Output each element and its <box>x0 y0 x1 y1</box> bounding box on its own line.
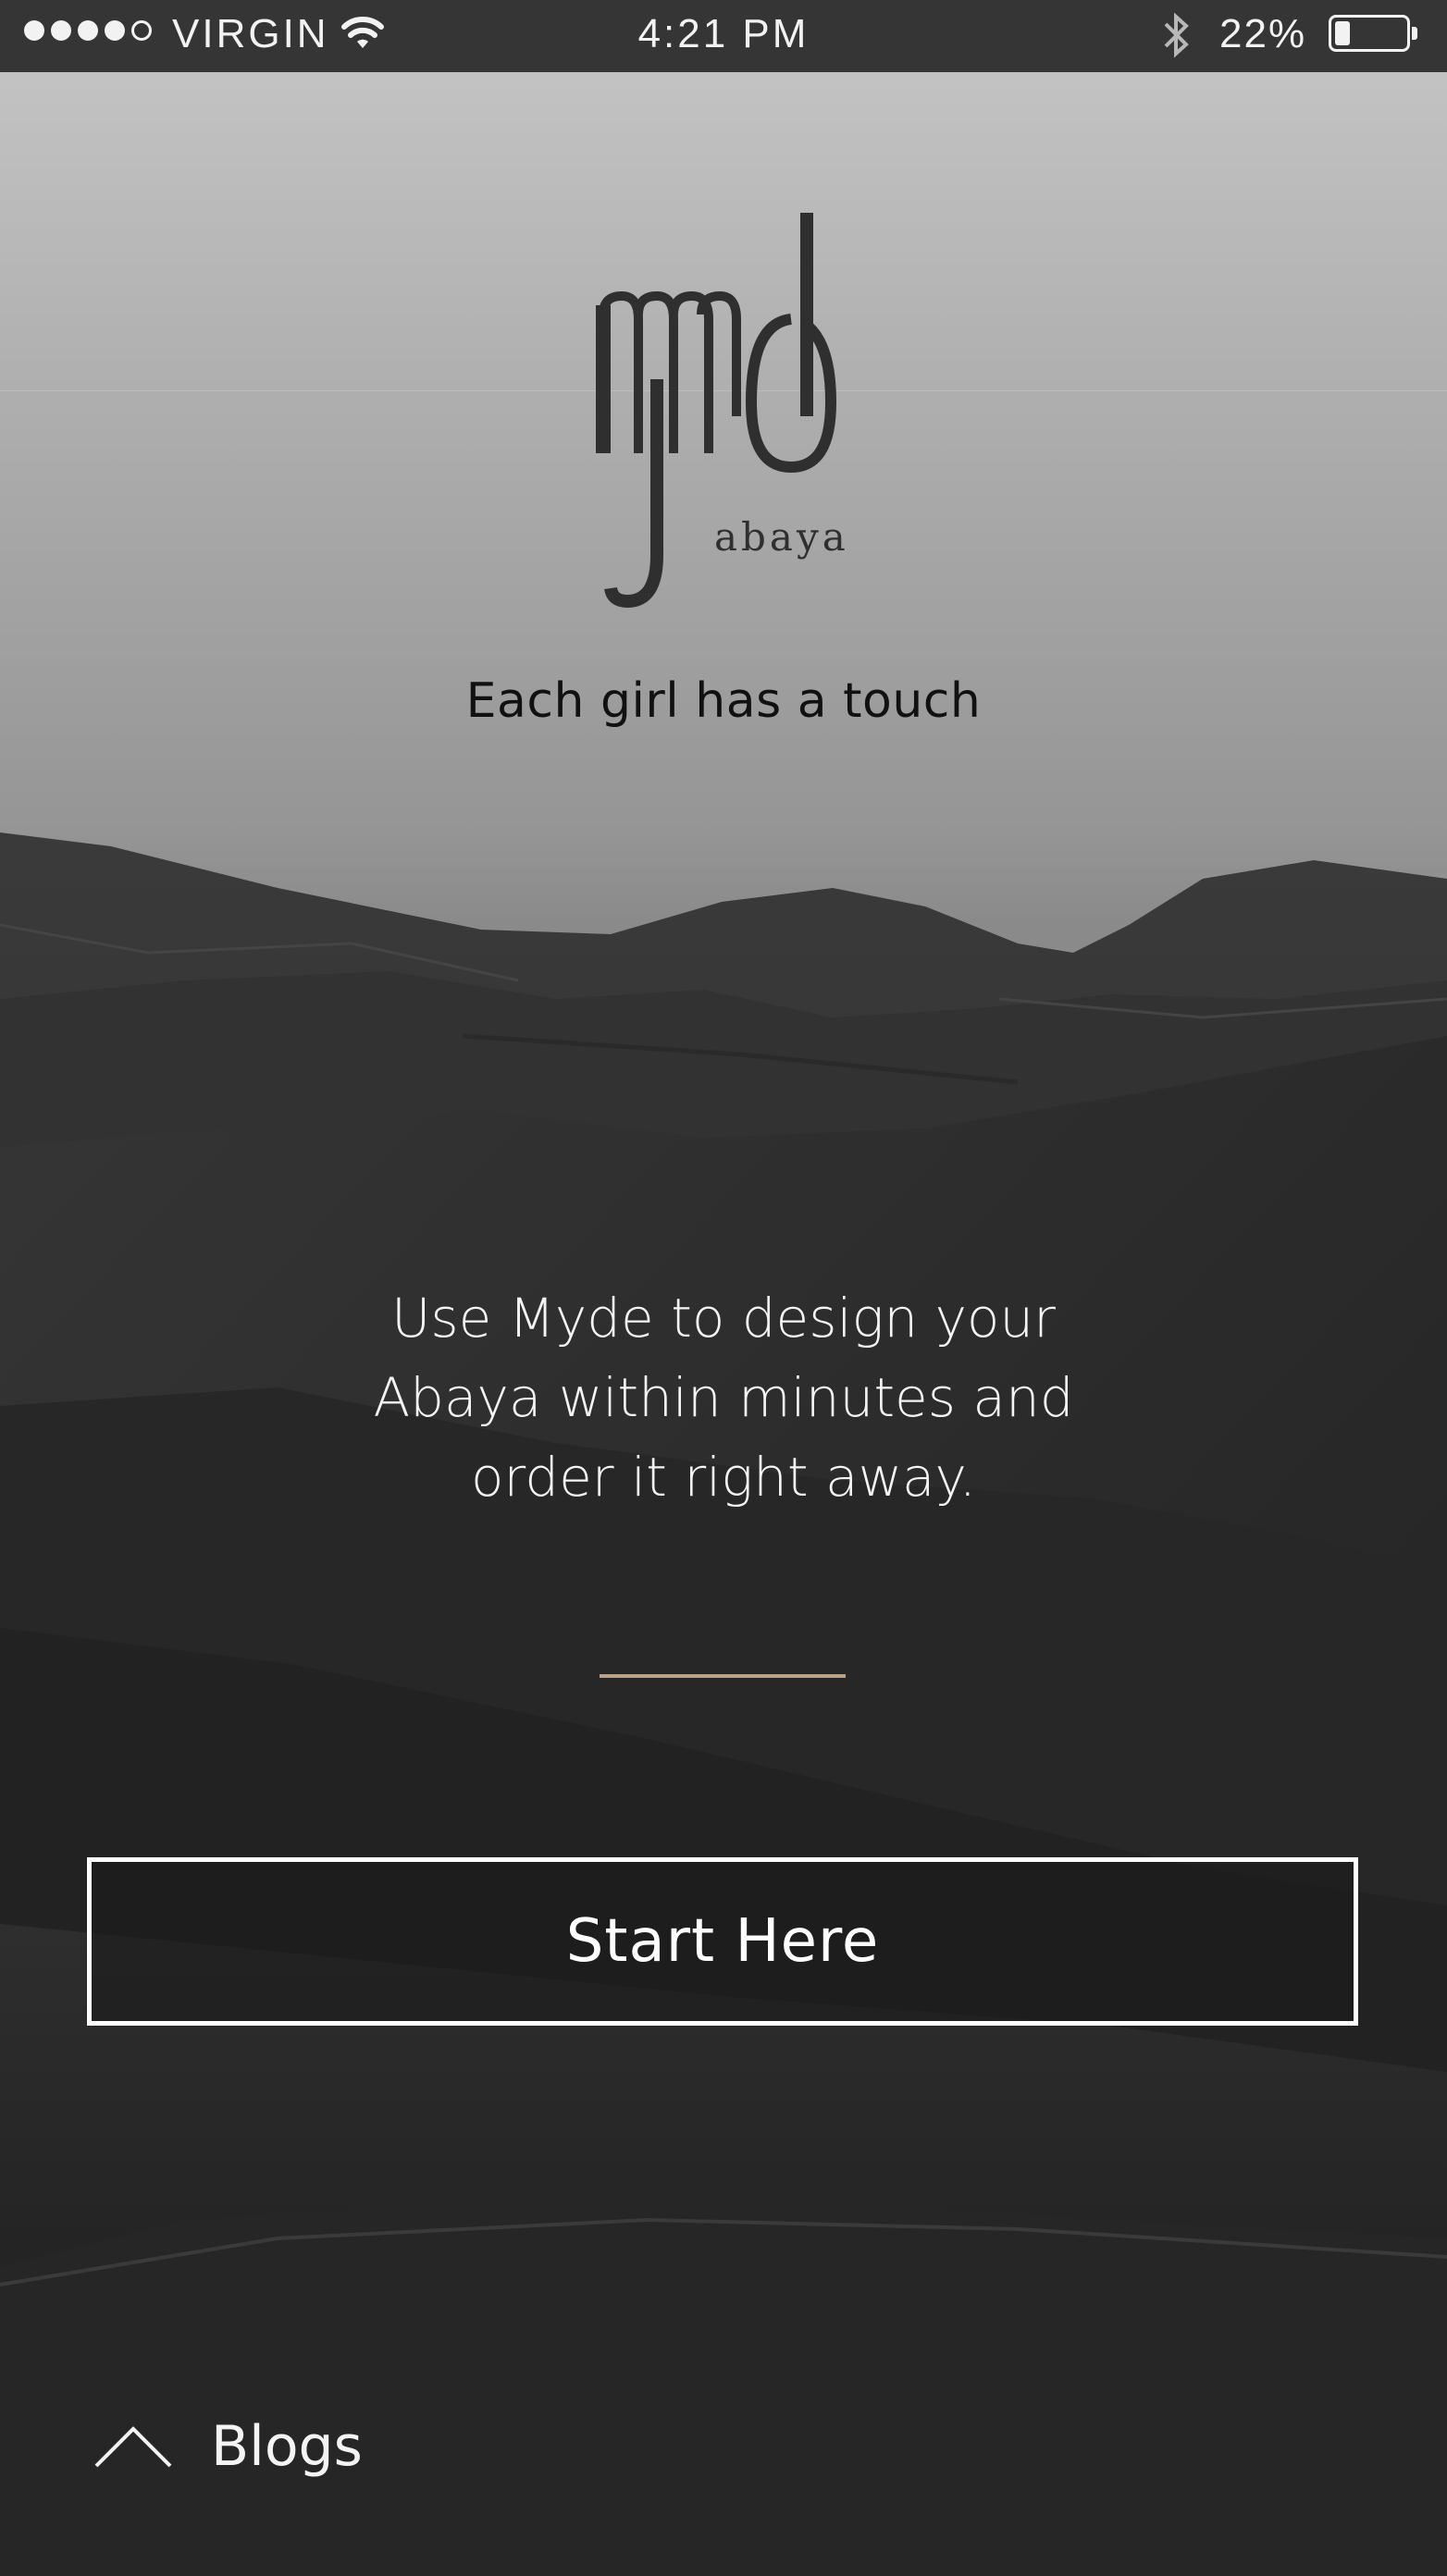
bluetooth-icon <box>1164 12 1189 58</box>
intro-line: order it right away. <box>470 1446 977 1509</box>
accent-divider <box>600 1674 846 1678</box>
blogs-link[interactable]: Blogs <box>93 2405 363 2488</box>
intro-text: Use Myde to design your Abaya within min… <box>261 1278 1186 1517</box>
battery-level-fill <box>1335 21 1350 45</box>
chevron-up-icon[interactable] <box>93 2423 174 2470</box>
myde-abaya-logo: abaya <box>596 213 849 609</box>
start-here-button[interactable]: Start Here <box>87 1857 1358 2026</box>
status-bar: VIRGIN 4:21 PM 22% <box>0 0 1447 72</box>
intro-line: Use Myde to design your <box>390 1287 1056 1350</box>
svg-text:abaya: abaya <box>714 514 849 560</box>
blogs-label[interactable]: Blogs <box>211 2414 363 2479</box>
battery-icon <box>1329 15 1417 52</box>
battery-percentage: 22% <box>1219 11 1307 56</box>
tagline: Each girl has a touch <box>465 673 982 729</box>
intro-line: Abaya within minutes and <box>373 1366 1074 1429</box>
welcome-screen: VIRGIN 4:21 PM 22% abaya Each girl has a… <box>0 0 1447 2576</box>
